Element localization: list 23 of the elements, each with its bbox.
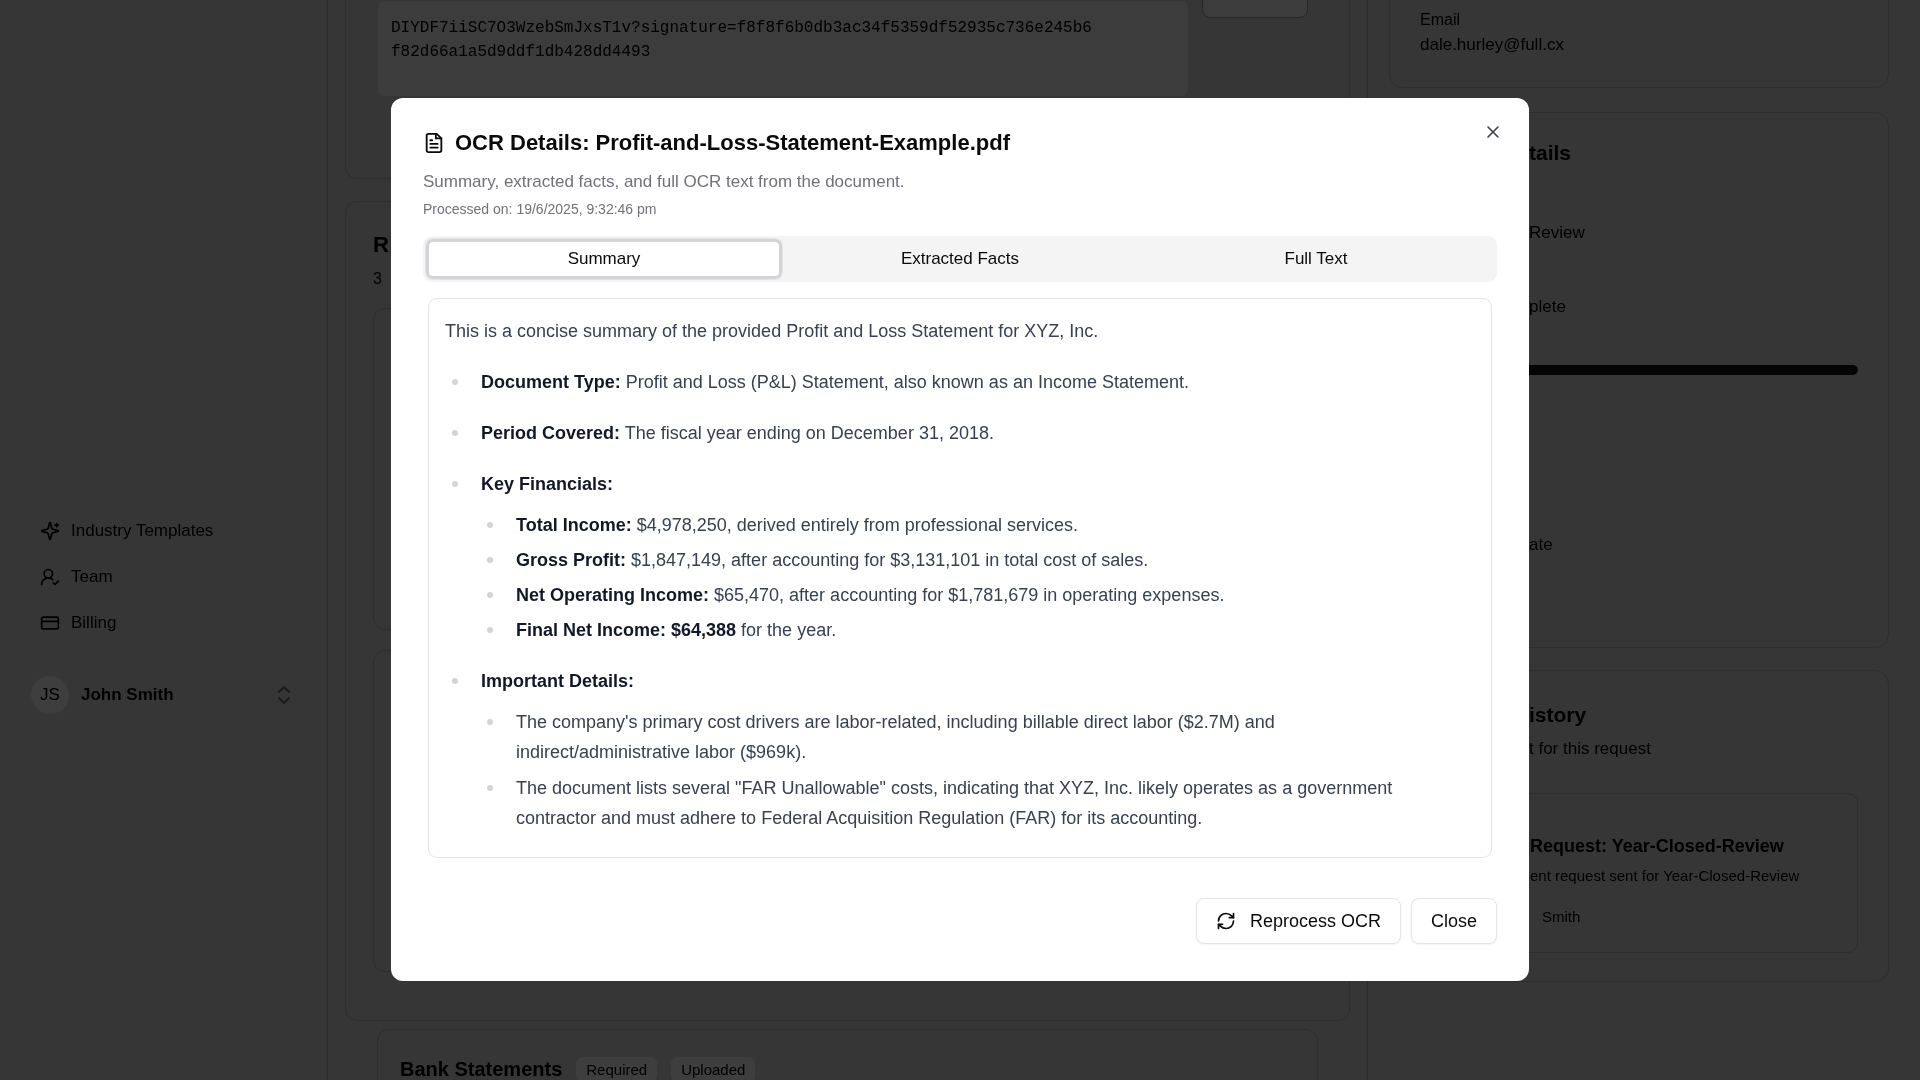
tab[interactable]: Summary [426,239,782,279]
close-button[interactable]: Close [1410,898,1497,944]
summary-point: Final Net Income: $64,388 for the year. [516,619,837,642]
summary-point: Period Covered: The fiscal year ending on December 31, 2018. [481,423,994,443]
status-badge: Required [576,1056,658,1080]
dialog-title: OCR Details: Profit-and-Loss-Statement-Example.pdf [455,130,1010,156]
tab[interactable]: Extracted Facts [782,239,1138,279]
status-badge: Uploaded [671,1056,756,1080]
summary-intro: This is a concise summary of the provided Profit and Loss Statement for XYZ, Inc. [445,320,1100,343]
reprocess-button[interactable]: Reprocess OCR [1195,898,1401,944]
processed-date: Processed on: 19/6/2025, 9:32:46 pm [423,201,658,217]
summary-point: The company's primary cost drivers are labor-related, including billable direct labor ($2.7M) and indirect/administrative labor ($969k). [516,711,1276,764]
summary-point: Net Operating Income: $65,470, after accounting for $1,781,679 in operating expenses. [516,584,1225,607]
summary-point: Key Financials: [481,474,614,494]
summary-point: The document lists several "FAR Unallowable" costs, indicating that XYZ, Inc. likely operates as a government contractor and must adhere to Federal Acquisition Regulation (FAR) for its accounting. [516,777,1394,830]
summary-point: Important Details: [481,671,635,691]
signed-link-box: DIYDF7iiSC7O3WzebSmJxsT1v?signature=f8f8f6b0db3ac34f5359df52935c736e245b6 f82d66a1a5d9ddf1db428dd4493 [378,1,1188,96]
dialog-subtitle: Summary, extracted facts, and full OCR text from the document. [423,172,906,192]
user-avatar: JS [31,676,69,714]
tab[interactable]: Full Text [1138,239,1494,279]
summary-point: Gross Profit: $1,847,149, after accounting for $3,131,101 in total cost of sales. [516,549,1149,572]
summary-point: Document Type: Profit and Loss (P&L) Statement, also known as an Income Statement. [481,372,1189,392]
summary-point: Total Income: $4,978,250, derived entirely from professional services. [516,514,1078,537]
